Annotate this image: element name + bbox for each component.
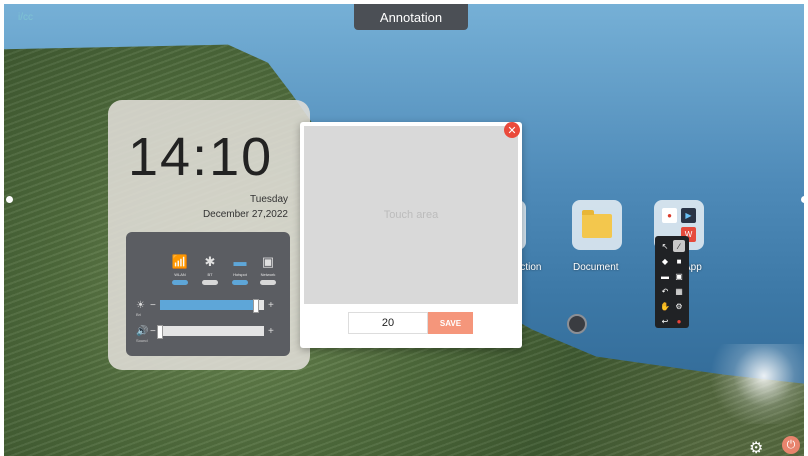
app-document[interactable] bbox=[572, 200, 622, 250]
annotation-tab[interactable]: Annotation bbox=[354, 4, 468, 30]
left-edge-handle[interactable] bbox=[6, 196, 13, 203]
wallpaper-surf bbox=[704, 344, 804, 424]
brightness-minus-icon[interactable]: − bbox=[150, 300, 160, 311]
sound-slider-row: 🔊 − + bbox=[136, 324, 284, 339]
folder-icon bbox=[582, 210, 612, 238]
network-toggle[interactable]: ▣ Network bbox=[254, 254, 282, 285]
touch-area[interactable]: Touch area bbox=[304, 126, 518, 304]
open-folder-icon[interactable]: ▬ bbox=[659, 270, 671, 282]
clock-weekday: Tuesday bbox=[250, 194, 288, 205]
chrome-icon: ● bbox=[662, 208, 677, 223]
sound-label: Sound bbox=[136, 338, 148, 343]
annotation-dialog: Touch area 20 SAVE ✕ bbox=[300, 122, 522, 348]
sound-plus-icon[interactable]: + bbox=[268, 326, 274, 337]
media-icon: ▶ bbox=[681, 208, 696, 223]
grid-icon[interactable]: ▦ bbox=[673, 285, 685, 297]
home-button[interactable] bbox=[567, 314, 587, 334]
record-icon[interactable]: ● bbox=[673, 315, 685, 327]
hotspot-icon: ▬ bbox=[233, 254, 247, 269]
right-edge-handle[interactable] bbox=[801, 196, 804, 203]
brightness-slider-row: ☀ − + bbox=[136, 298, 284, 313]
brightness-slider[interactable] bbox=[160, 299, 264, 313]
desktop-wallpaper: i/cc Annotation 14:10 Tuesday December 2… bbox=[4, 4, 804, 456]
bluetooth-switch[interactable] bbox=[202, 280, 218, 285]
clock-date: December 27,2022 bbox=[202, 209, 288, 220]
brand-logo: i/cc bbox=[18, 12, 33, 23]
settings-icon[interactable]: ⚙ bbox=[673, 300, 685, 312]
annotation-toolbar: ↖ ∕ ◆ ■ ▬ ▣ ↶ ▦ ✋ ⚙ ↩ ● bbox=[655, 236, 689, 328]
bluetooth-toggle[interactable]: ✱ BT bbox=[196, 254, 224, 285]
hand-tool-icon[interactable]: ✋ bbox=[659, 300, 671, 312]
network-switch[interactable] bbox=[260, 280, 276, 285]
value-input[interactable]: 20 bbox=[348, 312, 428, 334]
network-icon: ▣ bbox=[261, 254, 275, 269]
save-button[interactable]: SAVE bbox=[428, 312, 473, 334]
hotspot-switch[interactable] bbox=[232, 280, 248, 285]
sound-slider[interactable] bbox=[157, 325, 264, 339]
wifi-icon: 📶 bbox=[171, 254, 189, 269]
gear-icon[interactable]: ⚙ bbox=[749, 438, 763, 456]
sound-knob[interactable] bbox=[157, 325, 163, 339]
brightness-plus-icon[interactable]: + bbox=[268, 300, 274, 311]
pointer-tool-icon[interactable]: ↖ bbox=[659, 240, 671, 252]
exit-icon[interactable]: ↩ bbox=[659, 315, 671, 327]
brightness-fill bbox=[160, 300, 256, 310]
clock-time: 14:10 bbox=[128, 127, 274, 187]
pen-tool-icon[interactable]: ∕ bbox=[673, 240, 685, 252]
brightness-icon: ☀ bbox=[136, 299, 145, 311]
clock-widget: 14:10 Tuesday December 27,2022 📶 WLAN ✱ … bbox=[108, 100, 310, 370]
brightness-knob[interactable] bbox=[252, 299, 259, 313]
undo-icon[interactable]: ↶ bbox=[659, 285, 671, 297]
hotspot-toggle[interactable]: ▬ Hotspot bbox=[226, 254, 254, 285]
eraser-tool-icon[interactable]: ◆ bbox=[659, 255, 671, 267]
touch-area-label: Touch area bbox=[383, 209, 439, 221]
speaker-icon: 🔊 bbox=[136, 325, 149, 337]
wlan-toggle[interactable]: 📶 WLAN bbox=[166, 254, 194, 285]
wlan-label: WLAN bbox=[174, 272, 186, 277]
hotspot-label: Hotspot bbox=[233, 272, 247, 277]
network-label: Network bbox=[260, 272, 276, 277]
trash-icon[interactable]: ■ bbox=[673, 255, 685, 267]
power-icon[interactable]: ⏻ bbox=[782, 436, 800, 454]
brightness-label: Bri bbox=[136, 312, 141, 317]
app-document-label: Document bbox=[573, 262, 619, 273]
bluetooth-icon: ✱ bbox=[204, 254, 216, 269]
save-disk-icon[interactable]: ▣ bbox=[673, 270, 685, 282]
wlan-switch[interactable] bbox=[172, 280, 188, 285]
close-icon[interactable]: ✕ bbox=[504, 122, 520, 138]
bluetooth-label: BT bbox=[207, 272, 213, 277]
quick-control-panel: 📶 WLAN ✱ BT ▬ Hotspot ▣ Network ☀ − + Br… bbox=[126, 232, 290, 356]
